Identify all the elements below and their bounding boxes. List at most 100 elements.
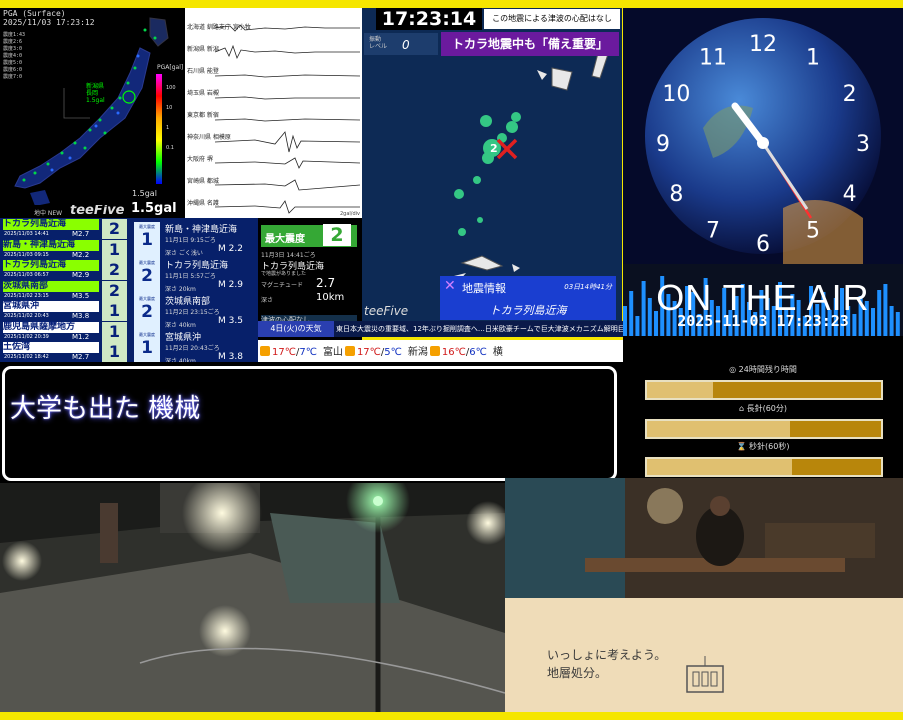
earthquake-name: 鹿児島県薩摩地方: [3, 321, 99, 333]
earthquake-list-label: 地中 NEW: [34, 210, 63, 217]
scale-tick: 1: [166, 125, 170, 131]
earthquake-date: 11月2日 20:43ごろ: [165, 345, 220, 352]
second-remaining-bar: [645, 457, 883, 477]
analog-clock: 12 12 3 45 6 78 9 10 11: [623, 8, 903, 264]
earthquake-name: 宮城県沖: [165, 333, 202, 343]
clock-number: 8: [669, 182, 683, 207]
earthquake-date: 2025/11/02 23:15: [4, 292, 49, 299]
shindo-box: 最大震度 1: [134, 330, 160, 362]
remaining-time-panel: ◎ 24時間残り時間 ⌂ 長針(60分) ⌛ 秒針(60秒): [623, 336, 903, 478]
earthquake-info-location: トカラ列島近海: [489, 304, 567, 317]
weather-strip: 17℃/7℃ 富山 17℃/5℃ 新潟 16℃/6℃ 横: [258, 340, 623, 362]
weather-city: 新潟: [407, 347, 428, 358]
minute-remaining-bar: [645, 419, 883, 439]
earthquake-shindo: 1: [102, 239, 127, 260]
station-label: 新潟県 長岡 1.5gal: [86, 83, 105, 104]
tokara-map-panel: 17:23:14 この地震による津波の心配はなし 振動 レベル 0 トカラ地震中…: [362, 8, 622, 322]
earthquake-list-item: 土佐湾 2025/11/02 18:42 M2.7 1: [0, 341, 130, 362]
ad-copy-area: いっしょに考えよう。 地層処分。: [505, 598, 903, 712]
vibration-level-label-1: 振動: [369, 36, 382, 43]
vibration-level-label-2: レベル: [369, 43, 388, 50]
waveform-scale: 2gal/div: [339, 211, 360, 217]
earthquake-magnitude: M 2.2: [218, 244, 243, 254]
ad-scene: [505, 478, 903, 598]
seismic-map-panel: PGA (Surface) 2025/11/03 17:23:12 震度1:43…: [0, 8, 185, 218]
weather-item: 新潟 16℃/6℃: [408, 342, 487, 362]
earthquake-magnitude: M 3.5: [218, 316, 243, 326]
station-label: 石川県 能登: [187, 68, 219, 75]
vibration-level: 振動 レベル 0: [364, 33, 438, 55]
station-label: 宮崎県 都城: [187, 178, 219, 185]
earthquake-date: 2025/11/03 14:41: [4, 231, 49, 237]
epicenter-intensity-label: 2: [490, 142, 498, 155]
second-remaining-label: ⌛ 秒針(60秒): [736, 442, 790, 451]
clock-number: 12: [749, 32, 777, 57]
clock-number: 6: [756, 232, 770, 257]
earthquake-name: 宮城県沖: [3, 301, 99, 312]
japan-map: [14, 17, 169, 206]
earthquake-name: トカラ列島近海: [3, 260, 99, 271]
earthquake-date: 2025/11/02 20:43: [4, 313, 49, 319]
tee-five-logo: teeFive: [364, 304, 409, 318]
max-intensity-label: 最大震度: [265, 234, 305, 245]
station-name: 長岡: [86, 90, 99, 97]
weather-city: 富山: [322, 347, 343, 358]
station-gal: 1.5gal: [86, 97, 105, 104]
earthquake-date: 2025/11/02 20:39: [4, 333, 49, 340]
vibration-level-value: 0: [402, 38, 410, 52]
broadcast-clock: 17:23:14: [376, 8, 482, 30]
weather-high: 16℃: [441, 347, 466, 358]
earthquake-info-item: 最大震度 1 宮城県沖 11月2日 20:43ごろ 深さ 40km M 3.8: [130, 326, 258, 362]
news-ticker-text: 東日本大震災の重要域、12年ぶり掘削調査へ…日米欧豪チームで巨大津波メカニズム解…: [336, 325, 623, 333]
weather-low: 5℃: [384, 347, 402, 358]
vibration-level-label: 振動 レベル: [369, 36, 387, 50]
clock-number: 10: [662, 82, 690, 107]
earthquake-magnitude: M2.7: [72, 353, 90, 361]
station-label: 新潟県 新潟: [187, 46, 219, 53]
shindo-box: 最大震度 1: [134, 222, 160, 258]
max-intensity-header: 最大震度 2: [261, 224, 357, 247]
weather-low: 7℃: [299, 347, 317, 358]
earthquake-name: 新島・神津島近海: [3, 239, 99, 251]
earthquake-list: 地中 NEW teeFive トカラ列島近海 2025/11/03 14:41 M2…: [0, 205, 130, 362]
advertisement-panel: いっしょに考えよう。 地層処分。: [505, 478, 903, 712]
weather-low: 6℃: [469, 347, 487, 358]
weather-city: 横: [492, 347, 503, 358]
news-ticker: 4日(火)の天気 東日本大震災の重要域、12年ぶり掘削調査へ…日米欧豪チームで巨…: [258, 321, 623, 337]
scale-tick: 10: [166, 105, 173, 111]
tsunami-banner: この地震による津波の心配はなし: [484, 9, 620, 29]
magnitude-value: 2.7: [316, 276, 336, 290]
earthquake-name: トカラ列島近海: [3, 219, 99, 230]
sun-icon: [429, 346, 440, 356]
earthquake-magnitude: M 3.8: [218, 352, 243, 362]
shindo-box: 最大震度 2: [134, 258, 160, 294]
earthquake-magnitude: M 2.9: [218, 280, 243, 290]
earthquake-date: 2025/11/02 18:42: [4, 354, 49, 360]
earthquake-info-box: ✕ 地震情報 03日14時41分 トカラ列島近海: [440, 276, 616, 320]
weather-high: 17℃: [272, 347, 296, 358]
street-camera-feed: [0, 483, 505, 712]
earthquake-name: 土佐湾: [3, 342, 99, 353]
magnitude-label: マグニチュード: [261, 282, 304, 289]
ad-building-icon: [686, 656, 724, 693]
station-label: 埼玉県 岩槻: [187, 90, 219, 97]
max-intensity-note: で地震がありました: [261, 271, 307, 277]
earthquake-info-panel: 最大震度 1 新島・神津島近海 11月1日 9:15ごろ 深さ ごく浅い M 2.2 最大震…: [130, 218, 258, 362]
subtitle-text: 大学も出た 機械: [10, 394, 201, 424]
weather-item: 横: [493, 342, 503, 362]
day-remaining-bar: [645, 380, 883, 400]
station-pref: 新潟県: [86, 83, 105, 90]
clock-number: 11: [699, 45, 727, 70]
subtitle-panel: 大学も出た 機械: [0, 362, 623, 483]
earthquake-shindo: 1: [102, 321, 127, 342]
analog-clock-panel: 12 1 2 3 4 5 6 7 8 9 10 11: [623, 8, 903, 264]
earthquake-name: 茨城県南部: [3, 280, 99, 292]
earthquake-magnitude: M3.5: [72, 291, 90, 300]
max-intensity-date: 11月3日 14:41ごろ: [261, 252, 316, 259]
pga-scale-label: PGA[gal]: [157, 64, 184, 71]
shindo-value: 1: [141, 338, 153, 358]
shindo-box: 最大震度 2: [134, 294, 160, 330]
shindo-value: 2: [141, 302, 153, 322]
earthquake-shindo: 2: [102, 219, 127, 239]
epicenter-x-icon: ✕: [444, 278, 456, 294]
